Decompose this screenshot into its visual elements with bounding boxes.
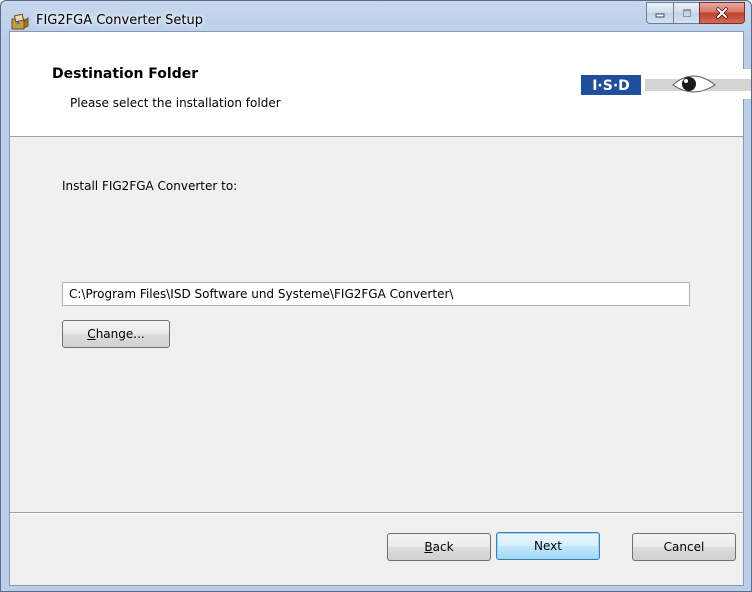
footer-divider [10,512,743,514]
minimize-button[interactable] [646,2,673,24]
svg-text:I·S·D: I·S·D [592,78,630,94]
cancel-button[interactable]: Cancel [632,533,736,561]
back-button-accel: B [424,540,433,554]
back-button[interactable]: Back [387,533,491,561]
next-button[interactable]: Next [496,532,600,560]
dialog-client-area: Destination Folder Please select the ins… [9,31,751,586]
maximize-button[interactable] [673,2,699,24]
close-button[interactable] [699,2,745,24]
header-banner: Destination Folder Please select the ins… [10,32,751,137]
back-button-label: ack [432,540,454,554]
page-subtitle: Please select the installation folder [70,96,281,110]
install-path-field[interactable] [62,282,690,306]
close-icon [716,7,728,19]
maximize-icon [682,9,691,17]
minimize-icon [655,13,665,18]
page-title: Destination Folder [52,66,199,82]
isd-logo: I·S·D [581,69,751,99]
change-button-accel: C [87,327,96,341]
caption-buttons [646,2,745,24]
change-button[interactable]: Change... [62,320,170,348]
installer-app-icon [11,13,29,30]
install-to-label: Install FIG2FGA Converter to: [62,179,238,193]
change-button-label: hange... [95,327,145,341]
window-title: FIG2FGA Converter Setup [36,13,203,28]
installer-window: FIG2FGA Converter Setup Destination Fold… [0,0,752,592]
